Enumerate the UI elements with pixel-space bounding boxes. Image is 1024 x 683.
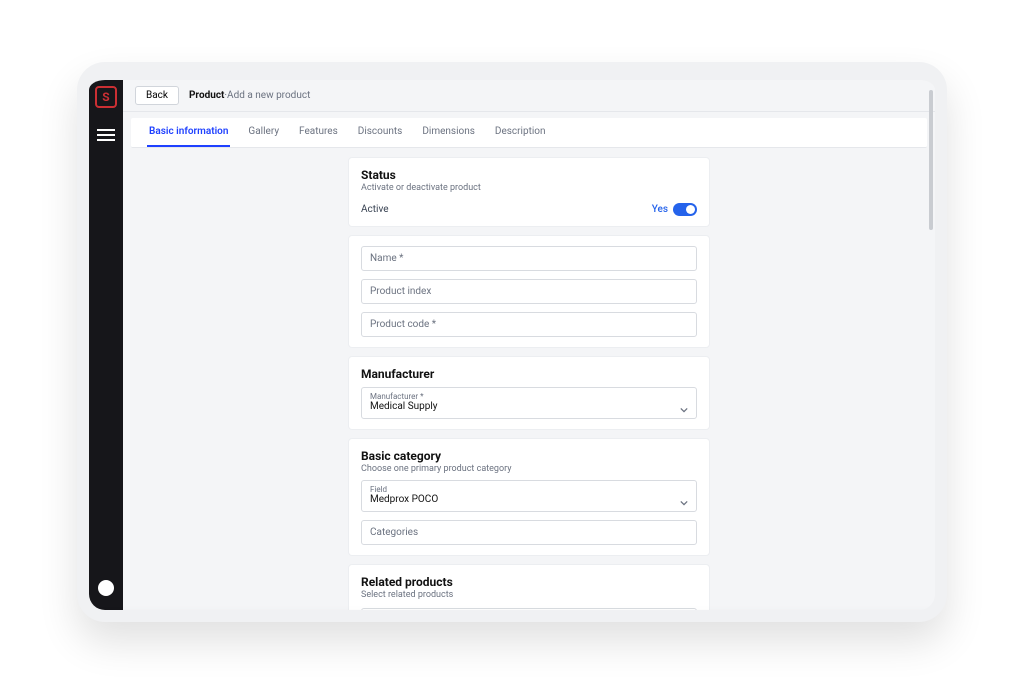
- topbar: Back Product·Add a new product: [123, 80, 935, 112]
- tabs: Basic information Gallery Features Disco…: [131, 118, 927, 148]
- sidebar: S: [89, 80, 123, 610]
- basic-category-subtitle: Choose one primary product category: [361, 464, 697, 474]
- basic-category-card: Basic category Choose one primary produc…: [349, 439, 709, 555]
- category-field-select[interactable]: Field Medprox POCO: [361, 480, 697, 512]
- chevron-down-icon: [680, 399, 688, 407]
- manufacturer-card: Manufacturer Manufacturer * Medical Supp…: [349, 357, 709, 429]
- related-products-subtitle: Select related products: [361, 590, 697, 600]
- tab-dimensions[interactable]: Dimensions: [420, 118, 477, 147]
- status-title: Status: [361, 168, 697, 182]
- name-field[interactable]: Name *: [361, 246, 697, 271]
- tab-features[interactable]: Features: [297, 118, 340, 147]
- manufacturer-select[interactable]: Manufacturer * Medical Supply: [361, 387, 697, 419]
- menu-icon[interactable]: [97, 126, 115, 144]
- toggle-value-text: Yes: [652, 204, 668, 215]
- back-button[interactable]: Back: [135, 86, 179, 105]
- active-label: Active: [361, 204, 389, 215]
- laptop-camera: [510, 67, 515, 72]
- related-products-card: Related products Select related products…: [349, 565, 709, 610]
- breadcrumb-current: Add a new product: [227, 90, 310, 101]
- product-code-field[interactable]: Product code *: [361, 312, 697, 337]
- naming-card: Name * Product index Product code *: [349, 236, 709, 347]
- breadcrumb: Product·Add a new product: [189, 90, 310, 101]
- manufacturer-field-label: Manufacturer *: [370, 392, 688, 401]
- tab-description[interactable]: Description: [493, 118, 548, 147]
- scrollbar[interactable]: [929, 90, 933, 230]
- product-index-field[interactable]: Product index: [361, 279, 697, 304]
- app-logo[interactable]: S: [95, 86, 117, 108]
- chevron-down-icon: [680, 492, 688, 500]
- breadcrumb-root: Product: [189, 90, 224, 101]
- related-products-field[interactable]: Related products: [361, 608, 697, 610]
- basic-category-title: Basic category: [361, 449, 697, 463]
- tab-discounts[interactable]: Discounts: [356, 118, 405, 147]
- manufacturer-title: Manufacturer: [361, 367, 697, 381]
- category-field-label: Field: [370, 485, 688, 494]
- status-subtitle: Activate or deactivate product: [361, 183, 697, 193]
- category-field-value: Medprox POCO: [370, 494, 688, 505]
- manufacturer-value: Medical Supply: [370, 401, 688, 412]
- main-content: Back Product·Add a new product Basic inf…: [123, 80, 935, 610]
- active-toggle[interactable]: [673, 203, 697, 216]
- tab-gallery[interactable]: Gallery: [246, 118, 281, 147]
- tab-basic-information[interactable]: Basic information: [147, 118, 230, 147]
- avatar[interactable]: [98, 580, 114, 596]
- laptop-base: [77, 614, 947, 622]
- related-products-title: Related products: [361, 575, 697, 589]
- categories-field[interactable]: Categories: [361, 520, 697, 545]
- status-card: Status Activate or deactivate product Ac…: [349, 158, 709, 226]
